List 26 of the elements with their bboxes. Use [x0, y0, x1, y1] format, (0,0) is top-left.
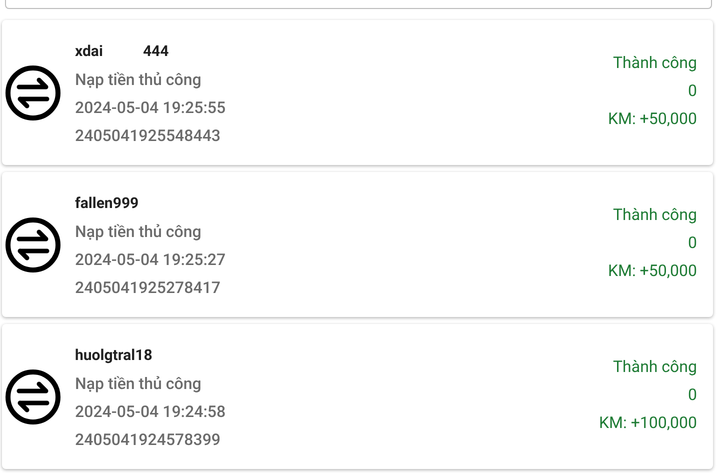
transaction-time: 2024-05-04 19:24:58: [75, 400, 226, 422]
bonus-text: KM: +50,000: [608, 260, 697, 282]
status-text: Thành công: [613, 204, 697, 226]
username: 444: [142, 41, 169, 62]
username: xdai: [75, 41, 103, 62]
amount-text: 0: [688, 384, 697, 406]
status-text: Thành công: [613, 356, 697, 378]
status-text: Thành công: [613, 52, 697, 74]
input-field[interactable]: [5, 0, 712, 9]
bonus-text: KM: +100,000: [598, 412, 697, 434]
amount-text: 0: [688, 80, 697, 102]
transaction-code: 2405041924578399: [75, 428, 222, 450]
amount-text: 0: [688, 232, 697, 254]
transaction-type: Nạp tiền thủ công: [75, 220, 202, 242]
transaction-time: 2024-05-04 19:25:55: [75, 96, 226, 118]
transaction-type: Nạp tiền thủ công: [75, 68, 202, 90]
exchange-icon: [5, 216, 61, 272]
transaction-type: Nạp tiền thủ công: [75, 372, 202, 394]
transaction-time: 2024-05-04 19:25:27: [75, 248, 226, 270]
exchange-icon: [5, 368, 61, 424]
username: huolgtral18: [75, 345, 152, 366]
exchange-icon: [5, 64, 61, 120]
transaction-code: 2405041925278417: [75, 276, 222, 298]
username: fallen999: [75, 193, 139, 214]
transaction-code: 2405041925548443: [75, 124, 222, 146]
bonus-text: KM: +50,000: [608, 108, 697, 130]
